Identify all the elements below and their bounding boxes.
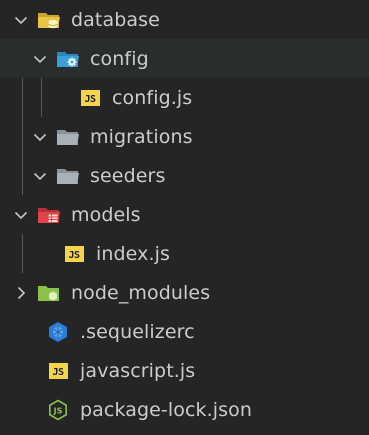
javascript-file-icon: JS <box>78 86 102 110</box>
tree-item-label: seeders <box>90 164 166 187</box>
tree-item-node-modules[interactable]: node_modules <box>0 273 369 312</box>
tree-item-database[interactable]: database <box>0 0 369 39</box>
tree-item-label: index.js <box>96 242 170 265</box>
tree-item-label: package-lock.json <box>80 398 253 421</box>
chevron-down-icon[interactable] <box>12 11 30 29</box>
nodejs-file-icon: JS <box>46 398 70 422</box>
tree-item-migrations[interactable]: migrations <box>0 117 369 156</box>
tree-item-models[interactable]: models <box>0 195 369 234</box>
tree-item-label: database <box>71 8 160 31</box>
chevron-down-icon[interactable] <box>31 50 49 68</box>
javascript-file-icon: JS <box>46 359 70 383</box>
tree-item-label: javascript.js <box>80 359 196 382</box>
folder-database-open-icon <box>37 8 61 32</box>
chevron-down-icon[interactable] <box>31 128 49 146</box>
folder-config-open-icon <box>56 47 80 71</box>
folder-open-icon <box>56 125 80 149</box>
folder-models-open-icon <box>37 203 61 227</box>
sequelize-file-icon <box>46 320 70 344</box>
tree-item-label: .sequelizerc <box>80 320 195 343</box>
javascript-file-icon: JS <box>62 242 86 266</box>
chevron-down-icon[interactable] <box>31 167 49 185</box>
tree-item-seeders[interactable]: seeders <box>0 156 369 195</box>
tree-item-package-lock-json[interactable]: JS package-lock.json <box>0 390 369 429</box>
tree-item-label: config <box>90 47 149 70</box>
chevron-right-icon[interactable] <box>12 284 30 302</box>
tree-item-label: node_modules <box>71 281 211 304</box>
tree-item-javascript-js[interactable]: JS javascript.js <box>0 351 369 390</box>
tree-item-label: models <box>71 203 141 226</box>
tree-item-sequelizerc[interactable]: .sequelizerc <box>0 312 369 351</box>
tree-item-config-js[interactable]: JS config.js <box>0 78 369 117</box>
tree-item-index-js[interactable]: JS index.js <box>0 234 369 273</box>
tree-item-config[interactable]: config <box>0 39 369 78</box>
chevron-down-icon[interactable] <box>12 206 30 224</box>
file-explorer-tree: database config JS config.js migrations … <box>0 0 369 435</box>
tree-item-label: migrations <box>90 125 193 148</box>
tree-item-label: config.js <box>112 86 193 109</box>
folder-open-icon <box>56 164 80 188</box>
folder-node-closed-icon <box>37 281 61 305</box>
svg-text:JS: JS <box>53 406 63 415</box>
